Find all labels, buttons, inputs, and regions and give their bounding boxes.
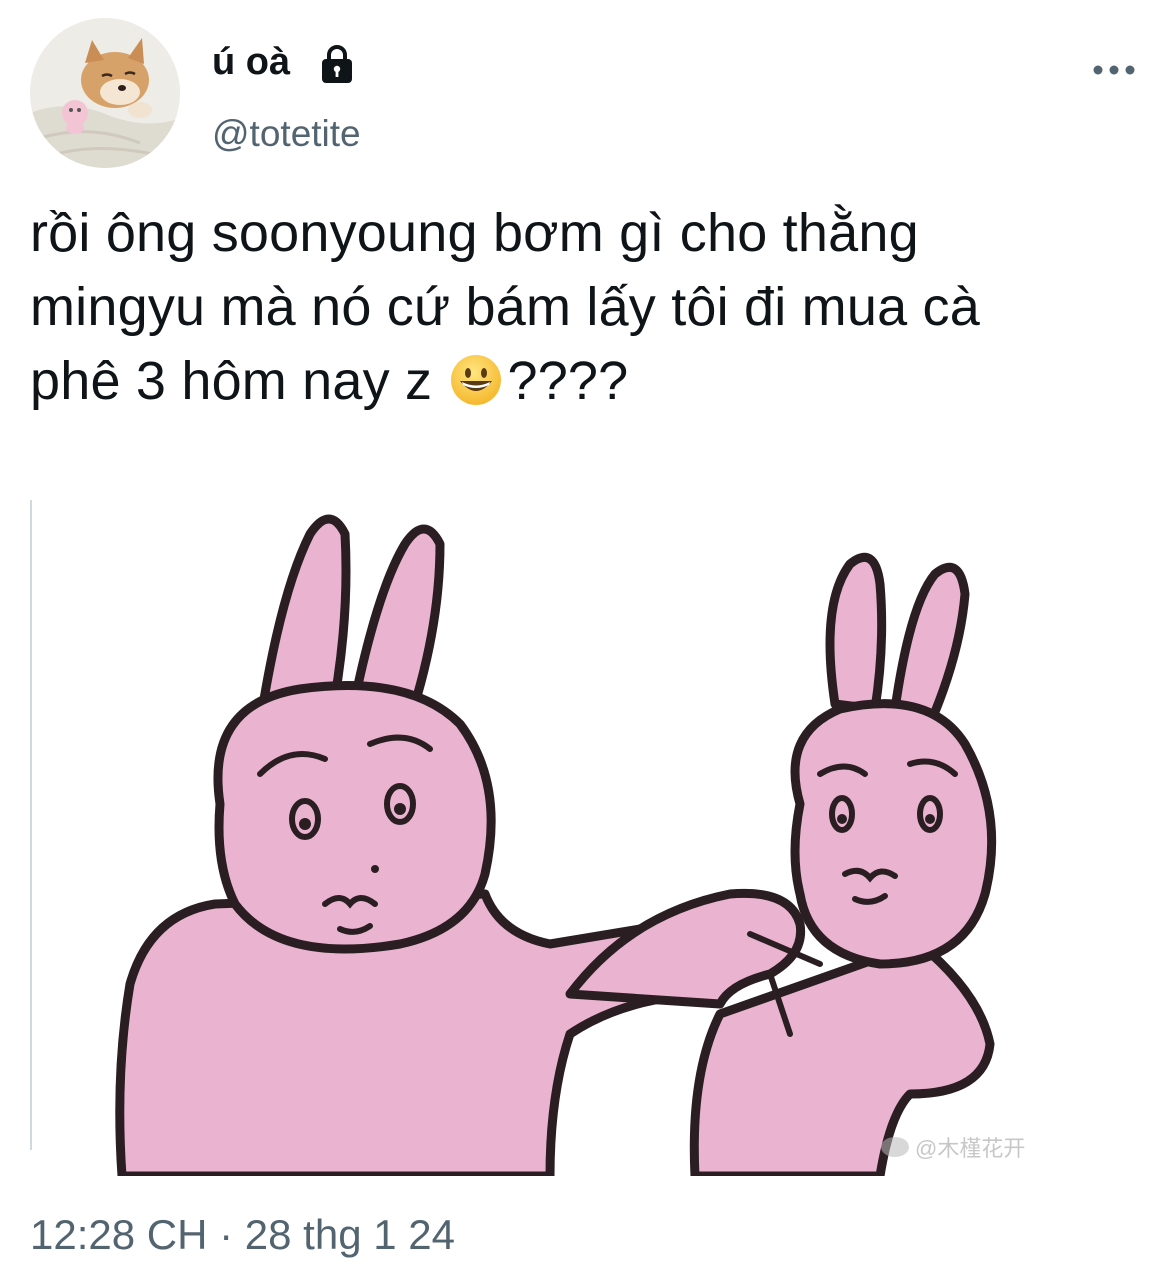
- more-horizontal-icon[interactable]: [1088, 52, 1140, 88]
- user-handle[interactable]: @totetite: [212, 112, 361, 156]
- avatar[interactable]: [30, 18, 180, 168]
- tweet-timestamp: 12:28 CH · 28 thg 1 24: [30, 1208, 455, 1262]
- display-name[interactable]: ú oà: [212, 40, 290, 84]
- tweet-text-line: mingyu mà nó cứ bám lấy tôi đi mua cà: [30, 277, 980, 337]
- tweet-text-suffix: ????: [507, 351, 629, 411]
- tweet-text-line: phê 3 hôm nay z ????: [30, 344, 1140, 418]
- tweet-time[interactable]: 12:28 CH: [30, 1211, 207, 1258]
- tweet-header: ú oà @totetite: [30, 18, 1140, 178]
- tweet-media-image[interactable]: @木槿花开: [30, 474, 1140, 1176]
- tweet-text-line: rồi ông soonyoung bơm gì cho thằng: [30, 203, 919, 263]
- lock-icon: [322, 45, 352, 83]
- meta-separator: ·: [219, 1211, 234, 1258]
- grinning-face-emoji-icon: [451, 355, 502, 405]
- media-watermark: @木槿花开: [915, 1136, 1025, 1161]
- pink-rabbits-meme-image-icon: @木槿花开: [30, 474, 1140, 1176]
- tweet-text: rồi ông soonyoung bơm gì cho thằng mingy…: [30, 196, 1140, 418]
- tweet-text-line-3: phê 3 hôm nay z: [30, 351, 433, 411]
- shiba-dog-avatar-icon: [30, 18, 180, 168]
- media-divider: [30, 500, 32, 1150]
- tweet-date[interactable]: 28 thg 1 24: [245, 1211, 455, 1258]
